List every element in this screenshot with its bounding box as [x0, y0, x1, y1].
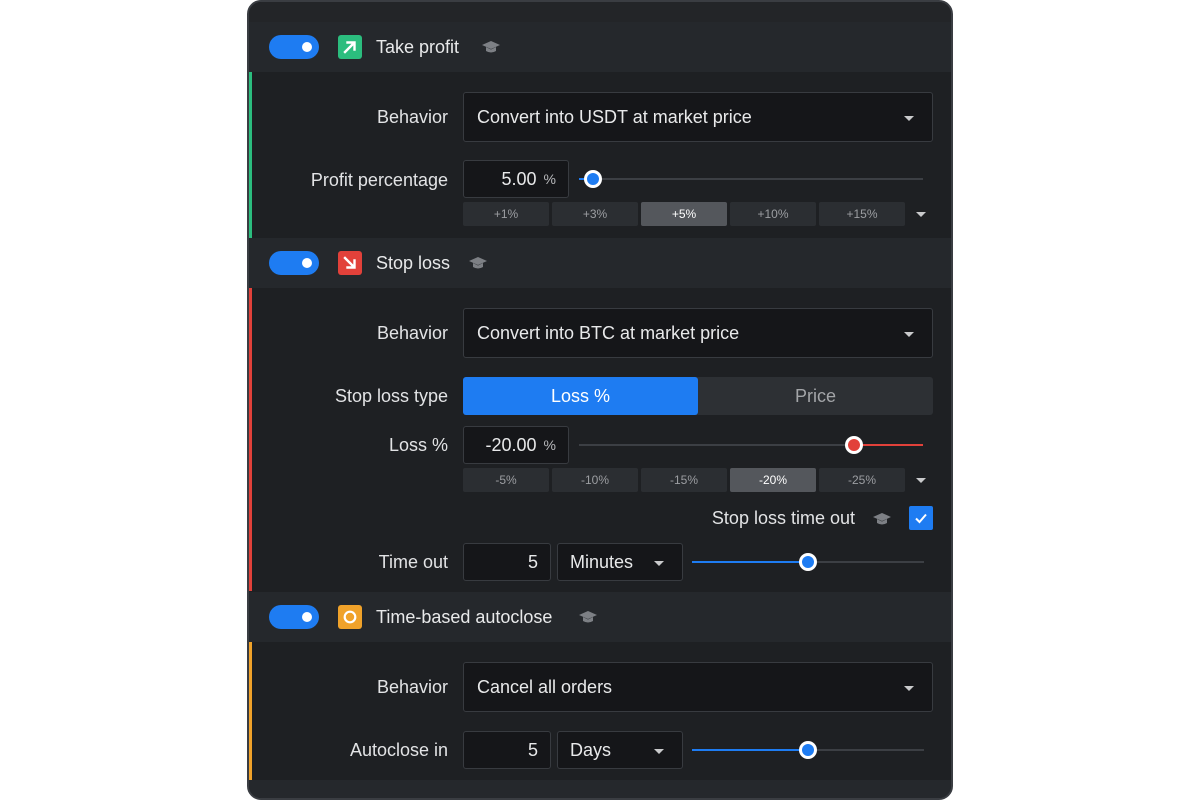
slider-thumb-dot [848, 439, 860, 451]
stop-loss-toggle[interactable] [269, 251, 319, 275]
timeout-value: 5 [527, 551, 538, 572]
timeout-unit-value: Minutes [570, 551, 634, 572]
profit-percentage-label: Profit percentage [310, 170, 448, 190]
panel-footer [249, 780, 951, 798]
stop-loss-type-segmented: Loss % Price [463, 377, 933, 415]
toggle-knob [302, 42, 312, 52]
profit-percentage-input[interactable]: 5.00 % [463, 160, 569, 198]
take-profit-body: Behavior Convert into USDT at market pri… [249, 72, 951, 238]
stop-loss-accent-bar [249, 288, 252, 591]
chevron-down-icon[interactable] [916, 478, 926, 483]
chevron-down-icon [904, 332, 914, 337]
risk-settings-panel: Take profit Behavior Convert into USDT a… [247, 0, 953, 800]
autoclose-behavior-label: Behavior [376, 677, 448, 697]
loss-presets: -5% -10% -15% -20% -25% [463, 468, 905, 492]
chevron-down-icon [904, 686, 914, 691]
arrow-down-right-icon [338, 251, 362, 275]
loss-percent-slider[interactable] [579, 435, 923, 455]
autoclose-slider[interactable] [692, 740, 924, 760]
preset-chip[interactable]: +10% [730, 202, 816, 226]
chevron-down-icon [654, 561, 664, 566]
autoclose-in-label: Autoclose in [349, 740, 448, 760]
slider-thumb-dot [802, 556, 814, 568]
take-profit-accent-bar [249, 72, 252, 238]
stop-loss-body: Behavior Convert into BTC at market pric… [249, 288, 951, 591]
autoclose-unit-value: Days [570, 739, 612, 760]
autoclose-toggle[interactable] [269, 605, 319, 629]
graduation-cap-icon[interactable] [578, 610, 598, 624]
slider-thumb[interactable] [845, 436, 863, 454]
take-profit-toggle[interactable] [269, 35, 319, 59]
autoclose-unit-select[interactable]: Days [557, 731, 683, 769]
timeout-input[interactable]: 5 [463, 543, 551, 581]
take-profit-behavior-select[interactable]: Convert into USDT at market price [463, 92, 933, 142]
slider-thumb-dot [802, 744, 814, 756]
timeout-unit-select[interactable]: Minutes [557, 543, 683, 581]
clock-circle-icon [338, 605, 362, 629]
loss-percent-value: -20.00 [485, 434, 537, 455]
chevron-down-icon [654, 749, 664, 754]
timeout-label: Time out [378, 552, 448, 572]
stop-loss-type-loss-percent[interactable]: Loss % [463, 377, 698, 415]
take-profit-behavior-value: Convert into USDT at market price [477, 106, 752, 127]
slider-thumb[interactable] [799, 741, 817, 759]
stop-loss-behavior-label: Behavior [376, 323, 448, 343]
stop-loss-behavior-select[interactable]: Convert into BTC at market price [463, 308, 933, 358]
graduation-cap-icon[interactable] [872, 512, 892, 526]
stop-loss-behavior-value: Convert into BTC at market price [477, 322, 740, 343]
slider-fill [692, 749, 808, 751]
arrow-up-right-icon [338, 35, 362, 59]
profit-percentage-value: 5.00 [501, 168, 537, 189]
stop-loss-timeout-checkbox[interactable] [909, 506, 933, 530]
preset-chip[interactable]: -5% [463, 468, 549, 492]
slider-thumb[interactable] [799, 553, 817, 571]
slider-fill [854, 444, 923, 446]
preset-chip[interactable]: -10% [552, 468, 638, 492]
autoclose-header: Time-based autoclose [249, 592, 951, 642]
loss-percent-label: Loss % [388, 435, 448, 455]
stop-loss-header: Stop loss [249, 238, 951, 288]
autoclose-behavior-value: Cancel all orders [477, 676, 613, 697]
take-profit-title: Take profit [376, 36, 460, 57]
chevron-down-icon[interactable] [916, 212, 926, 217]
slider-track [579, 178, 923, 180]
slider-thumb[interactable] [584, 170, 602, 188]
toggle-knob [302, 612, 312, 622]
preset-chip[interactable]: -15% [641, 468, 727, 492]
preset-chip[interactable]: +5% [641, 202, 727, 226]
stop-loss-type-row: Loss % Price [249, 377, 951, 415]
chevron-down-icon [904, 116, 914, 121]
graduation-cap-icon[interactable] [468, 256, 488, 270]
preset-chip[interactable]: +3% [552, 202, 638, 226]
autoclose-body: Behavior Cancel all orders Autoclose in … [249, 642, 951, 780]
slider-thumb-dot [587, 173, 599, 185]
percent-unit: % [543, 171, 556, 187]
panel-top-bar [249, 2, 951, 22]
timeout-slider[interactable] [692, 552, 924, 572]
preset-chip[interactable]: -20% [730, 468, 816, 492]
graduation-cap-icon[interactable] [481, 40, 501, 54]
stop-loss-timeout-label: Stop loss time out [711, 508, 855, 528]
preset-chip[interactable]: +15% [819, 202, 905, 226]
loss-percent-input[interactable]: -20.00 % [463, 426, 569, 464]
preset-chip[interactable]: -25% [819, 468, 905, 492]
check-icon [915, 513, 927, 524]
slider-fill [692, 561, 808, 563]
profit-presets: +1% +3% +5% +10% +15% [463, 202, 905, 226]
autoclose-value: 5 [527, 739, 538, 760]
stop-loss-title: Stop loss [376, 252, 451, 273]
stop-loss-type-price[interactable]: Price [698, 377, 933, 415]
autoclose-input[interactable]: 5 [463, 731, 551, 769]
autoclose-title: Time-based autoclose [376, 606, 553, 627]
autoclose-accent-bar [249, 642, 252, 780]
autoclose-behavior-select[interactable]: Cancel all orders [463, 662, 933, 712]
take-profit-header: Take profit [249, 22, 951, 72]
preset-chip[interactable]: +1% [463, 202, 549, 226]
percent-unit: % [543, 437, 556, 453]
take-profit-behavior-label: Behavior [376, 107, 448, 127]
profit-percentage-slider[interactable] [579, 169, 923, 189]
toggle-knob [302, 258, 312, 268]
